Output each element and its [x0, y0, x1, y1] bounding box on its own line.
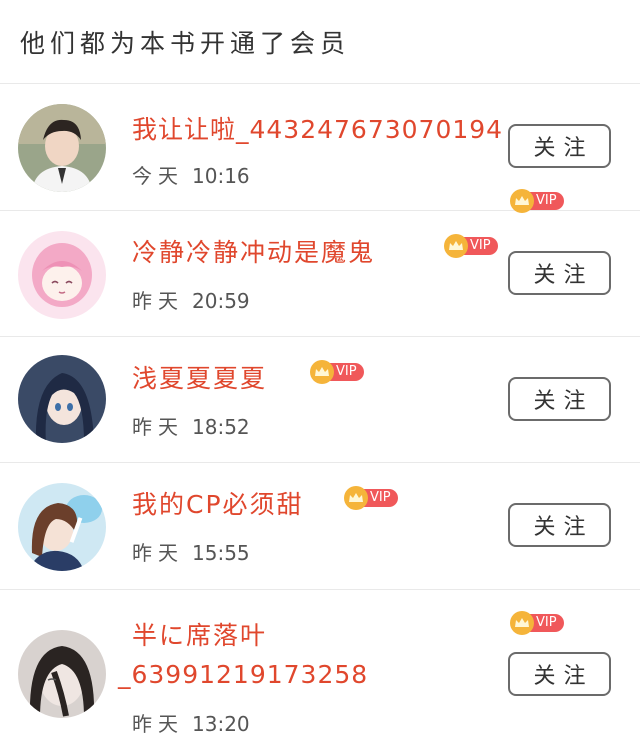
member-row[interactable]: 浅夏夏夏夏 VIP 昨天 18:52 关注: [0, 337, 640, 463]
member-row[interactable]: 冷静冷静冲动是魔鬼 VIP 昨天 20:59 关注: [0, 211, 640, 337]
timestamp: 昨天 15:55: [132, 537, 250, 566]
follow-button[interactable]: 关注: [508, 652, 611, 696]
vip-badge: VIP: [444, 234, 498, 258]
follow-button[interactable]: 关注: [508, 377, 611, 421]
follow-button[interactable]: 关注: [508, 124, 611, 168]
member-name[interactable]: 我让让啦_443247673070194: [132, 110, 503, 146]
avatar[interactable]: [18, 355, 106, 443]
member-row[interactable]: 半に席落叶 _63991219173258 VIP 昨天 13:20 关注: [0, 590, 640, 748]
timestamp-day: 昨天: [132, 712, 184, 736]
timestamp-time: 15:55: [192, 541, 250, 565]
avatar[interactable]: [18, 231, 106, 319]
vip-badge: VIP: [510, 189, 564, 213]
section-header: 他们都为本书开通了会员: [0, 0, 640, 84]
member-name[interactable]: 我的CP必须甜: [132, 485, 304, 521]
crown-icon: [310, 360, 334, 384]
member-row[interactable]: 我的CP必须甜 VIP 昨天 15:55 关注: [0, 463, 640, 590]
avatar-image: [18, 104, 106, 192]
follow-button[interactable]: 关注: [508, 503, 611, 547]
timestamp: 昨天 20:59: [132, 285, 250, 314]
timestamp: 今天 10:16: [132, 160, 250, 189]
section-title: 他们都为本书开通了会员: [20, 28, 351, 58]
crown-icon: [344, 486, 368, 510]
member-name-line2[interactable]: _63991219173258: [118, 660, 368, 689]
crown-icon: [444, 234, 468, 258]
timestamp-time: 13:20: [192, 712, 250, 736]
avatar-image: [18, 630, 106, 718]
vip-badge: VIP: [510, 611, 564, 635]
timestamp-time: 10:16: [192, 164, 250, 188]
member-name-line1[interactable]: 半に席落叶: [132, 616, 267, 652]
avatar-image: [18, 355, 106, 443]
member-name[interactable]: 浅夏夏夏夏: [132, 359, 267, 395]
timestamp: 昨天 18:52: [132, 411, 250, 440]
timestamp: 昨天 13:20: [132, 708, 250, 737]
avatar[interactable]: [18, 104, 106, 192]
timestamp-time: 20:59: [192, 289, 250, 313]
avatar[interactable]: [18, 483, 106, 571]
timestamp-time: 18:52: [192, 415, 250, 439]
avatar-image: [18, 483, 106, 571]
timestamp-day: 昨天: [132, 289, 184, 313]
vip-badge: VIP: [310, 360, 364, 384]
follow-button[interactable]: 关注: [508, 251, 611, 295]
member-name[interactable]: 冷静冷静冲动是魔鬼: [132, 233, 375, 269]
member-row[interactable]: 我让让啦_443247673070194 VIP 今天 10:16 关注: [0, 84, 640, 213]
member-list-page: 他们都为本书开通了会员 我让让啦_443247673070194 VIP 今天 1…: [0, 0, 640, 748]
crown-icon: [510, 611, 534, 635]
timestamp-day: 昨天: [132, 541, 184, 565]
crown-icon: [510, 189, 534, 213]
avatar-image: [18, 231, 106, 319]
avatar[interactable]: [18, 630, 106, 718]
vip-badge: VIP: [344, 486, 398, 510]
timestamp-day: 今天: [132, 164, 184, 188]
timestamp-day: 昨天: [132, 415, 184, 439]
